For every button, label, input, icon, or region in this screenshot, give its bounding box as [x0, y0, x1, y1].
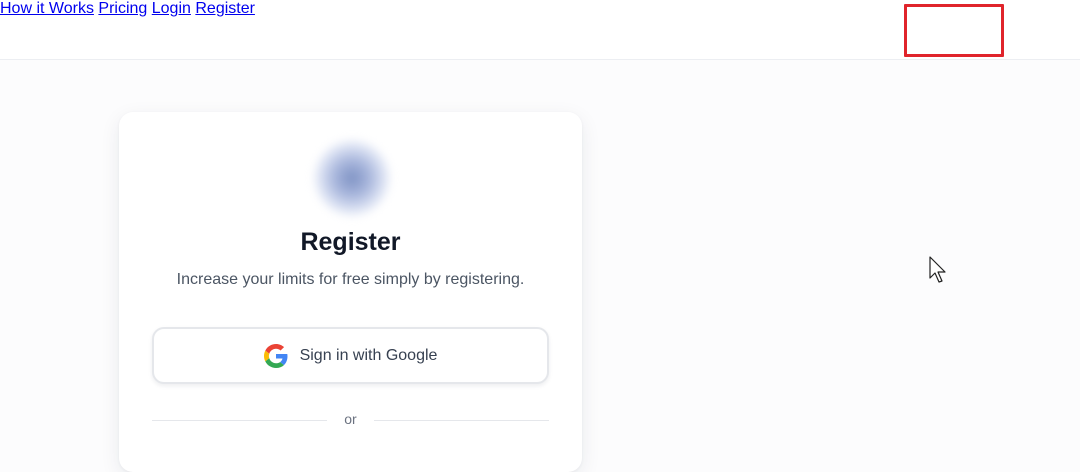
page-subtitle: Increase your limits for free simply by … [176, 271, 525, 288]
or-divider: or [152, 411, 549, 431]
nav-how-it-works[interactable]: How it Works [0, 0, 94, 17]
divider-text: or [344, 411, 357, 427]
google-icon [263, 343, 288, 368]
google-signin-button[interactable]: Sign in with Google [152, 327, 549, 384]
nav-pricing[interactable]: Pricing [98, 0, 147, 17]
page-title: Register [300, 228, 401, 256]
nav-login[interactable]: Login [152, 0, 191, 17]
mouse-pointer-icon [929, 256, 946, 283]
divider-line-right [374, 420, 549, 421]
google-signin-label: Sign in with Google [299, 346, 438, 364]
logo-icon [312, 138, 392, 218]
register-highlight-box [904, 4, 1004, 57]
nav-register[interactable]: Register [195, 0, 255, 17]
